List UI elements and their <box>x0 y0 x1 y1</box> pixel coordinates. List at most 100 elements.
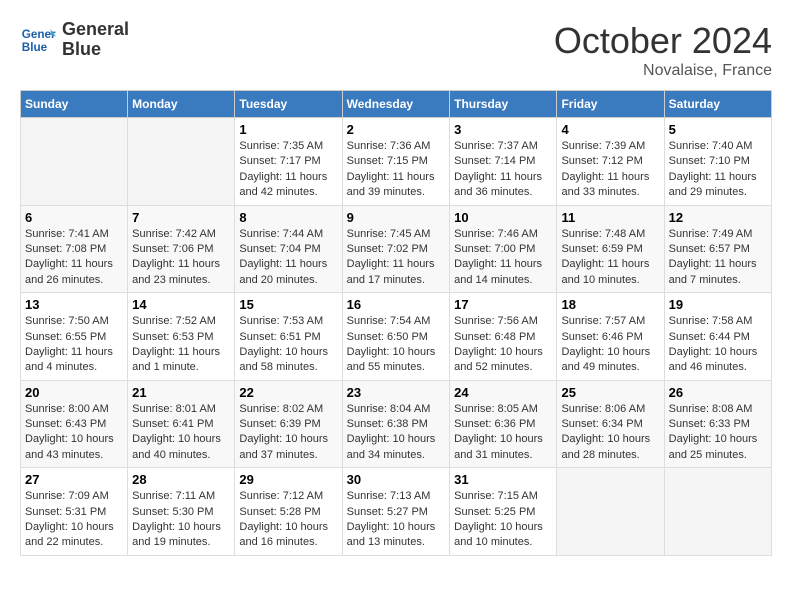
page-header: General Blue General Blue October 2024 N… <box>20 20 772 80</box>
day-info: Sunrise: 8:04 AMSunset: 6:38 PMDaylight:… <box>347 402 446 464</box>
calendar-cell: 28 Sunrise: 7:11 AMSunset: 5:30 PMDayligh… <box>128 468 235 556</box>
calendar-cell: 22Sunrise: 8:02 AMSunset: 6:39 PMDayligh… <box>235 380 342 468</box>
calendar-cell: 21 Sunrise: 8:01 AMSunset: 6:41 PMDayligh… <box>128 380 235 468</box>
day-info: Sunrise: 7:46 AMSunset: 7:00 PMDaylight:… <box>454 227 552 289</box>
weekday-header-tuesday: Tuesday <box>235 91 342 118</box>
day-number: 17 <box>454 297 552 312</box>
day-number: 5 <box>669 122 767 137</box>
day-number: 30 <box>347 472 446 487</box>
calendar-cell: 30 Sunrise: 7:13 AMSunset: 5:27 PMDayligh… <box>342 468 450 556</box>
week-row-4: 20Sunrise: 8:00 AMSunset: 6:43 PMDayligh… <box>21 380 772 468</box>
calendar-cell: 23 Sunrise: 8:04 AMSunset: 6:38 PMDayligh… <box>342 380 450 468</box>
day-info: Sunrise: 8:01 AMSunset: 6:41 PMDaylight:… <box>132 402 230 464</box>
calendar-body: 1Sunrise: 7:35 AMSunset: 7:17 PMDaylight… <box>21 118 772 556</box>
day-number: 9 <box>347 210 446 225</box>
calendar-cell: 27 Sunrise: 7:09 AMSunset: 5:31 PMDayligh… <box>21 468 128 556</box>
day-info: Sunrise: 7:13 AMSunset: 5:27 PMDaylight:… <box>347 489 446 551</box>
calendar-cell: 14 Sunrise: 7:52 AMSunset: 6:53 PMDayligh… <box>128 293 235 381</box>
day-info: Sunrise: 7:11 AMSunset: 5:30 PMDaylight:… <box>132 489 230 551</box>
day-number: 16 <box>347 297 446 312</box>
day-info: Sunrise: 7:40 AMSunset: 7:10 PMDaylight:… <box>669 139 767 201</box>
day-info: Sunrise: 8:05 AMSunset: 6:36 PMDaylight:… <box>454 402 552 464</box>
day-number: 27 <box>25 472 123 487</box>
day-number: 7 <box>132 210 230 225</box>
day-number: 6 <box>25 210 123 225</box>
day-info: Sunrise: 7:48 AMSunset: 6:59 PMDaylight:… <box>561 227 659 289</box>
day-number: 8 <box>239 210 337 225</box>
weekday-header-sunday: Sunday <box>21 91 128 118</box>
day-info: Sunrise: 8:02 AMSunset: 6:39 PMDaylight:… <box>239 402 337 464</box>
calendar-header: SundayMondayTuesdayWednesdayThursdayFrid… <box>21 91 772 118</box>
day-info: Sunrise: 7:42 AMSunset: 7:06 PMDaylight:… <box>132 227 230 289</box>
day-info: Sunrise: 7:44 AMSunset: 7:04 PMDaylight:… <box>239 227 337 289</box>
calendar-cell: 10 Sunrise: 7:46 AMSunset: 7:00 PMDayligh… <box>450 205 557 293</box>
day-number: 13 <box>25 297 123 312</box>
day-info: Sunrise: 7:41 AMSunset: 7:08 PMDaylight:… <box>25 227 123 289</box>
calendar-cell <box>664 468 771 556</box>
calendar-cell: 5 Sunrise: 7:40 AMSunset: 7:10 PMDaylight… <box>664 118 771 206</box>
day-number: 31 <box>454 472 552 487</box>
day-number: 14 <box>132 297 230 312</box>
logo-line2: Blue <box>62 40 129 60</box>
day-info: Sunrise: 7:37 AMSunset: 7:14 PMDaylight:… <box>454 139 552 201</box>
day-info: Sunrise: 8:06 AMSunset: 6:34 PMDaylight:… <box>561 402 659 464</box>
day-info: Sunrise: 7:12 AMSunset: 5:28 PMDaylight:… <box>239 489 337 551</box>
week-row-3: 13 Sunrise: 7:50 AMSunset: 6:55 PMDayligh… <box>21 293 772 381</box>
day-info: Sunrise: 7:52 AMSunset: 6:53 PMDaylight:… <box>132 314 230 376</box>
month-title: October 2024 <box>554 20 772 62</box>
day-number: 15 <box>239 297 337 312</box>
day-number: 10 <box>454 210 552 225</box>
calendar-cell: 3Sunrise: 7:37 AMSunset: 7:14 PMDaylight… <box>450 118 557 206</box>
calendar-cell: 17 Sunrise: 7:56 AMSunset: 6:48 PMDayligh… <box>450 293 557 381</box>
day-number: 25 <box>561 385 659 400</box>
day-info: Sunrise: 7:54 AMSunset: 6:50 PMDaylight:… <box>347 314 446 376</box>
calendar-cell: 16 Sunrise: 7:54 AMSunset: 6:50 PMDayligh… <box>342 293 450 381</box>
calendar-cell: 25 Sunrise: 8:06 AMSunset: 6:34 PMDayligh… <box>557 380 664 468</box>
day-info: Sunrise: 7:50 AMSunset: 6:55 PMDaylight:… <box>25 314 123 376</box>
weekday-row: SundayMondayTuesdayWednesdayThursdayFrid… <box>21 91 772 118</box>
weekday-header-friday: Friday <box>557 91 664 118</box>
calendar-cell <box>128 118 235 206</box>
calendar-cell: 1Sunrise: 7:35 AMSunset: 7:17 PMDaylight… <box>235 118 342 206</box>
weekday-header-saturday: Saturday <box>664 91 771 118</box>
calendar-cell: 4Sunrise: 7:39 AMSunset: 7:12 PMDaylight… <box>557 118 664 206</box>
day-number: 19 <box>669 297 767 312</box>
day-number: 18 <box>561 297 659 312</box>
day-number: 29 <box>239 472 337 487</box>
day-number: 23 <box>347 385 446 400</box>
day-info: Sunrise: 8:08 AMSunset: 6:33 PMDaylight:… <box>669 402 767 464</box>
day-number: 11 <box>561 210 659 225</box>
day-number: 21 <box>132 385 230 400</box>
day-info: Sunrise: 8:00 AMSunset: 6:43 PMDaylight:… <box>25 402 123 464</box>
calendar-cell: 29 Sunrise: 7:12 AMSunset: 5:28 PMDayligh… <box>235 468 342 556</box>
day-info: Sunrise: 7:56 AMSunset: 6:48 PMDaylight:… <box>454 314 552 376</box>
day-info: Sunrise: 7:09 AMSunset: 5:31 PMDaylight:… <box>25 489 123 551</box>
day-info: Sunrise: 7:45 AMSunset: 7:02 PMDaylight:… <box>347 227 446 289</box>
calendar-cell: 31Sunrise: 7:15 AMSunset: 5:25 PMDayligh… <box>450 468 557 556</box>
calendar-cell <box>557 468 664 556</box>
calendar-cell: 13 Sunrise: 7:50 AMSunset: 6:55 PMDayligh… <box>21 293 128 381</box>
calendar-cell: 20Sunrise: 8:00 AMSunset: 6:43 PMDayligh… <box>21 380 128 468</box>
week-row-1: 1Sunrise: 7:35 AMSunset: 7:17 PMDaylight… <box>21 118 772 206</box>
calendar-cell: 15Sunrise: 7:53 AMSunset: 6:51 PMDayligh… <box>235 293 342 381</box>
day-info: Sunrise: 7:49 AMSunset: 6:57 PMDaylight:… <box>669 227 767 289</box>
calendar-cell: 6 Sunrise: 7:41 AMSunset: 7:08 PMDaylight… <box>21 205 128 293</box>
svg-text:Blue: Blue <box>22 41 48 54</box>
week-row-5: 27 Sunrise: 7:09 AMSunset: 5:31 PMDayligh… <box>21 468 772 556</box>
day-number: 12 <box>669 210 767 225</box>
weekday-header-wednesday: Wednesday <box>342 91 450 118</box>
calendar-cell: 8 Sunrise: 7:44 AMSunset: 7:04 PMDaylight… <box>235 205 342 293</box>
location-title: Novalaise, France <box>554 62 772 80</box>
calendar-cell <box>21 118 128 206</box>
weekday-header-monday: Monday <box>128 91 235 118</box>
day-number: 2 <box>347 122 446 137</box>
calendar-cell: 9 Sunrise: 7:45 AMSunset: 7:02 PMDaylight… <box>342 205 450 293</box>
day-number: 26 <box>669 385 767 400</box>
day-number: 24 <box>454 385 552 400</box>
day-number: 28 <box>132 472 230 487</box>
logo-icon: General Blue <box>20 22 56 58</box>
calendar-cell: 26 Sunrise: 8:08 AMSunset: 6:33 PMDayligh… <box>664 380 771 468</box>
logo-line1: General <box>62 20 129 40</box>
logo-text: General Blue <box>62 20 129 60</box>
week-row-2: 6 Sunrise: 7:41 AMSunset: 7:08 PMDaylight… <box>21 205 772 293</box>
